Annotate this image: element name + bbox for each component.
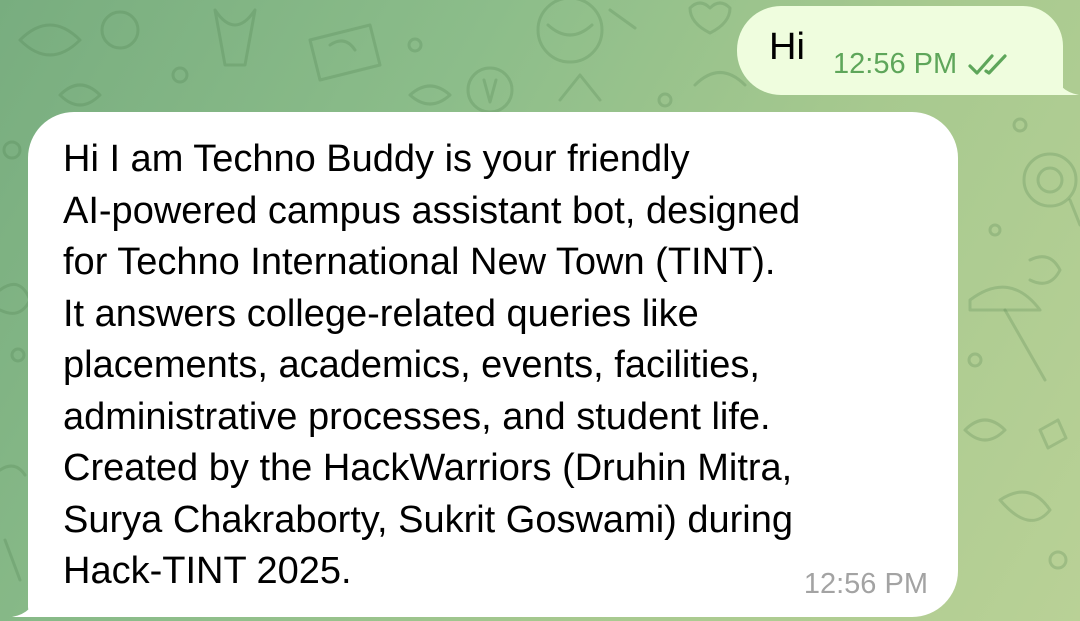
- incoming-message-bubble[interactable]: Hi I am Techno Buddy is your friendly AI…: [12, 112, 958, 617]
- outgoing-bubble-tail: [1053, 69, 1079, 95]
- outgoing-message-meta: 12:56 PM: [833, 50, 1013, 79]
- outgoing-message-text: Hi: [769, 26, 805, 68]
- outgoing-message-bubble[interactable]: Hi 12:56 PM: [737, 6, 1079, 95]
- incoming-message-text: Hi I am Techno Buddy is your friendly AI…: [63, 138, 801, 592]
- double-check-icon: [968, 53, 1007, 75]
- incoming-bubble-tail: [12, 591, 38, 617]
- outgoing-message-time: 12:56 PM: [833, 48, 958, 80]
- incoming-message-time: 12:56 PM: [803, 568, 928, 600]
